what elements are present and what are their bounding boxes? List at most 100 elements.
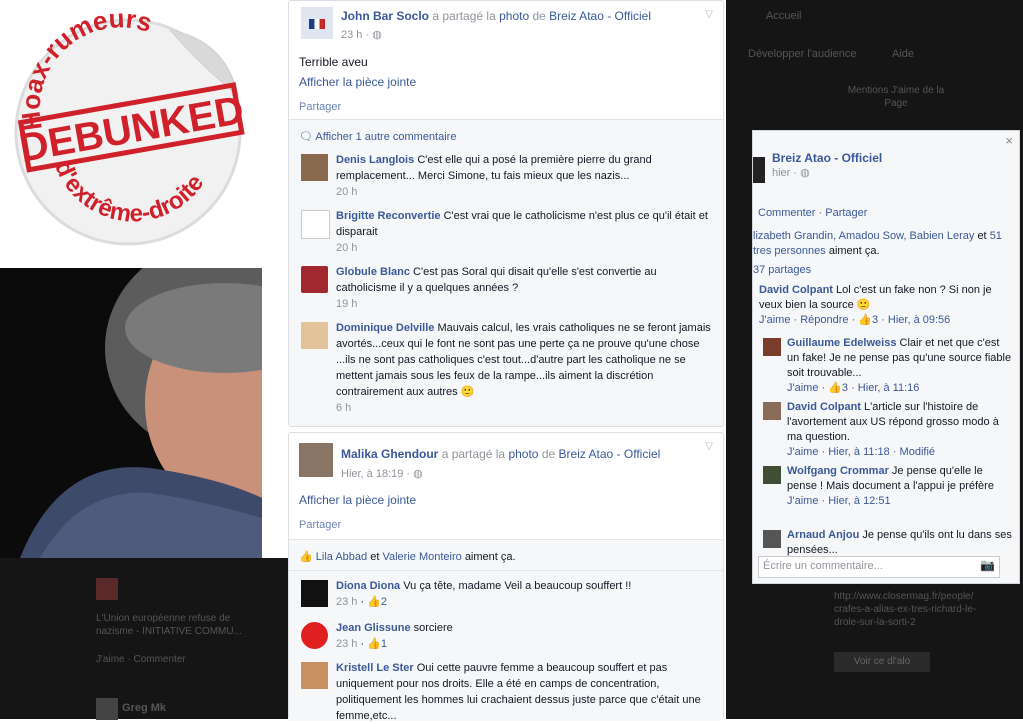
background-user-name: Greg Mk [122,702,167,714]
page-likes-label: Mentions J'aime de la Page [847,85,945,109]
comment-text: sorciere [413,622,453,634]
comment-author[interactable]: David Colpant [759,284,833,296]
comment-item: Dominique Delville Mauvais calcul, les v… [301,320,711,416]
comment-time[interactable]: 6 h [336,402,351,414]
like-count[interactable]: 👍1 [367,638,387,650]
background-link: http://www.closermag.fr/people/ crafes-a… [834,591,977,628]
chevron-down-icon[interactable]: ▽ [705,9,713,20]
avatar[interactable] [301,266,328,293]
comment-meta[interactable]: J'aime · Hier, à 12:51 [787,495,891,507]
background-post-text: L'Union européenne refuse de nazisme - I… [96,613,242,637]
post-time: hier · ◍ [772,167,810,179]
de-label: de [541,447,556,461]
more-likers-link[interactable]: tres personnes [753,245,826,257]
comment-author[interactable]: Kristell Le Ster [336,662,414,674]
nav-audience: Développer l'audience [748,48,857,60]
author-link[interactable]: John Bar Soclo [341,9,429,23]
share-link[interactable]: Partager [299,519,341,531]
comment-link[interactable]: Commenter [758,207,815,219]
comment-item: Brigitte Reconvertie C'est vrai que le c… [301,208,711,258]
avatar[interactable] [301,622,328,649]
liker-link[interactable]: Valerie Monteiro [382,551,461,563]
shared-label: a partagé la [432,9,496,23]
comment-time[interactable]: 19 h [336,298,357,310]
like-count[interactable]: 👍2 [367,596,387,608]
attachment-link[interactable]: Afficher la pièce jointe [299,75,416,89]
page-link[interactable]: Breiz Atao - Officiel [559,447,661,461]
post-actions: Commenter · Partager [758,207,868,219]
comment-item: Diona Diona Vu ça tête, madame Veil a be… [301,578,711,614]
comment-item: David Colpant Lol c'est un fake non ? Si… [759,283,1013,327]
avatar[interactable] [301,662,328,689]
attachment-link[interactable]: Afficher la pièce jointe [299,493,416,507]
globe-icon: ◍ [413,468,423,480]
background-feed-left: L'Union européenne refuse de nazisme - I… [0,558,288,720]
more-comments-link[interactable]: 🗨 Afficher 1 autre commentaire [299,130,456,143]
like-icon: 👍 [367,638,381,650]
nav-home: Accueil [766,10,802,22]
comment-meta[interactable]: J'aime · 👍3 · Hier, à 11:16 [787,382,919,394]
background-button: Voir ce dl'alo [834,652,930,672]
nav-help: Aide [892,48,915,60]
avatar[interactable] [301,580,328,607]
page-avatar [753,157,765,183]
debunked-stamp: Hoax-rumeurs DEBUNKED d'extrême-droite [0,0,262,262]
author-link[interactable]: Malika Ghendour [341,447,438,461]
avatar[interactable] [301,154,328,181]
liker-link[interactable]: Lila Abbad [316,551,367,563]
comment-time[interactable]: 20 h [336,186,357,198]
post-time[interactable]: 23 h · ◍ [341,28,382,41]
likes-suffix: aiment ça. [464,551,516,563]
photo-link[interactable]: photo [499,9,529,23]
likes-summary: 👍 Lila Abbad et Valerie Monteiro aiment … [299,550,516,563]
comment-time[interactable]: 20 h [336,242,357,254]
comments-section: 👍 Lila Abbad et Valerie Monteiro aiment … [289,539,723,722]
likes-count[interactable]: 51 [990,230,1002,242]
likers-link[interactable]: lizabeth Grandin, Amadou Sow, Babien Ler… [753,230,974,242]
page-link[interactable]: Breiz Atao - Officiel [549,9,651,23]
avatar[interactable] [301,210,330,239]
avatar[interactable] [301,322,328,349]
comment-author[interactable]: Diona Diona [336,580,400,592]
comment-text: Vu ça tête, madame Veil a beaucoup souff… [403,580,632,592]
comment-author[interactable]: Jean Glissune [336,622,411,634]
comment-meta[interactable]: J'aime · Hier, à 11:18 · Modifié [787,446,935,458]
comment-author[interactable]: Dominique Delville [336,322,434,334]
comments-section: 🗨 Afficher 1 autre commentaire Denis Lan… [289,119,723,426]
comment-item: Globule Blanc C'est pas Soral qui disait… [301,264,711,314]
comment-time[interactable]: 23 h [336,638,357,650]
comment-input[interactable]: Écrire un commentaire... 📷 [758,556,1000,578]
avatar [763,466,781,484]
reply-item: David Colpant L'article sur l'histoire d… [763,400,1013,460]
globe-icon: ◍ [372,29,382,41]
avatar[interactable] [301,7,333,39]
post-header: John Bar Soclo a partagé la photo de Bre… [341,9,651,23]
chevron-down-icon[interactable]: ▽ [705,441,713,452]
post-time[interactable]: Hier, à 18:19 · ◍ [341,467,423,480]
shares-count[interactable]: 37 partages [753,264,811,276]
comment-author[interactable]: Brigitte Reconvertie [336,210,441,222]
comment-meta[interactable]: J'aime · Répondre · 👍3 · Hier, à 09:56 [759,314,950,326]
share-link[interactable]: Partager [299,101,341,113]
share-link[interactable]: Partager [825,207,867,219]
post-card: Malika Ghendour a partagé la photo de Br… [288,432,724,722]
reply-item: Wolfgang Crommar Je pense qu'elle le pen… [763,464,1013,518]
avatar[interactable] [299,443,333,477]
avatar [763,402,781,420]
comment-author[interactable]: Denis Langlois [336,154,414,166]
comment-placeholder: Écrire un commentaire... [763,560,883,572]
post-header: Malika Ghendour a partagé la photo de Br… [341,447,660,461]
comment-author[interactable]: Arnaud Anjou [787,529,859,541]
comment-time[interactable]: 23 h [336,596,357,608]
comment-author[interactable]: Guillaume Edelweiss [787,337,896,349]
comment-author[interactable]: David Colpant [787,401,861,413]
reply-item: Guillaume Edelweiss Clair et net que c'e… [763,336,1013,394]
close-icon[interactable]: × [1005,133,1013,148]
comment-author[interactable]: Wolfgang Crommar [787,465,889,477]
camera-icon[interactable]: 📷 [980,558,995,572]
comment-author[interactable]: Globule Blanc [336,266,410,278]
and-label: et [370,551,380,563]
photo-link[interactable]: photo [508,447,538,461]
page-name-link[interactable]: Breiz Atao - Officiel [772,151,882,165]
like-icon: 👍 [367,596,381,608]
